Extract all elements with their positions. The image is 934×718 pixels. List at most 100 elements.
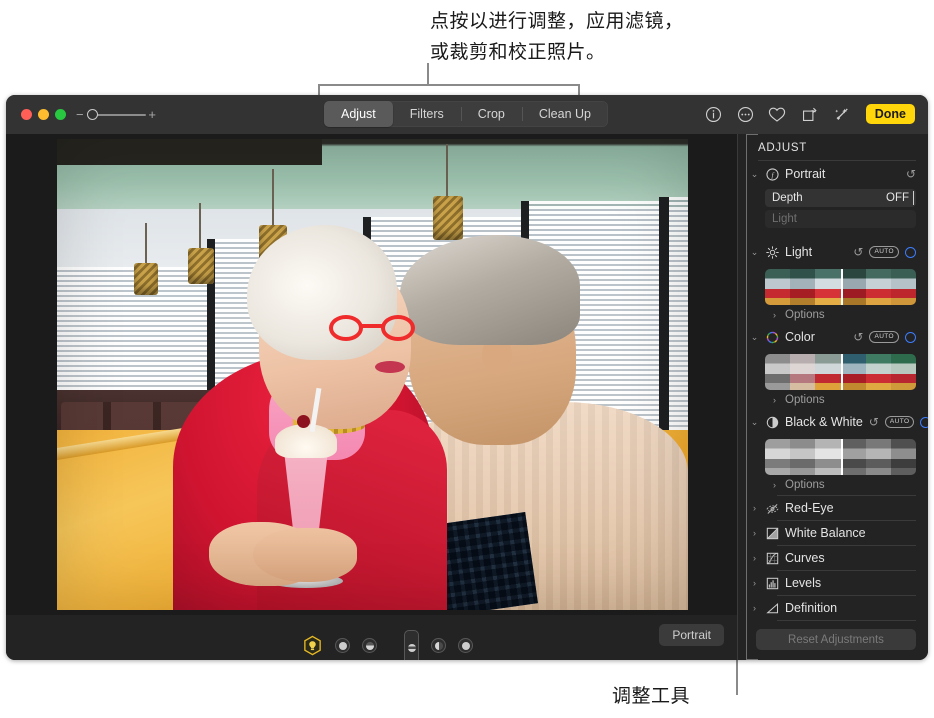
tab-crop[interactable]: Crop bbox=[460, 101, 522, 127]
tab-clean-up[interactable]: Clean Up bbox=[521, 101, 608, 127]
auto-button[interactable]: AUTO bbox=[869, 246, 899, 258]
revert-icon[interactable]: ↺ bbox=[853, 330, 863, 344]
stage-light-icon[interactable] bbox=[404, 630, 419, 660]
chevron-right-icon[interactable]: › bbox=[750, 578, 759, 588]
section-portrait[interactable]: ⌄ f Portrait ↺ Depth OFF Light bbox=[750, 162, 916, 228]
section-white-balance[interactable]: › White Balance bbox=[750, 520, 916, 545]
zoom-in-icon[interactable]: + bbox=[148, 107, 156, 122]
section-definition[interactable]: › Definition bbox=[750, 595, 916, 620]
bw-thumbnail[interactable] bbox=[865, 439, 891, 475]
section-curves[interactable]: › Curves bbox=[750, 545, 916, 570]
window-maximize-button[interactable] bbox=[55, 109, 66, 120]
section-white-balance-header[interactable]: › White Balance bbox=[750, 521, 916, 545]
color-thumbnail[interactable] bbox=[790, 354, 816, 390]
light-options-row[interactable]: › Options bbox=[770, 305, 916, 325]
bw-thumbnail-strip[interactable] bbox=[765, 439, 916, 475]
color-thumbnail[interactable] bbox=[840, 354, 866, 390]
auto-button[interactable]: AUTO bbox=[884, 416, 915, 428]
light-thumbnail[interactable] bbox=[865, 269, 891, 305]
section-selective-color-header[interactable]: › Selective Color bbox=[750, 621, 916, 622]
section-light-header[interactable]: ⌄ Light ↺ AUTO bbox=[750, 240, 916, 264]
light-toggle-circle[interactable] bbox=[905, 246, 916, 258]
bw-thumbnail[interactable] bbox=[840, 439, 866, 475]
high-key-light-mono-icon[interactable] bbox=[458, 638, 473, 653]
sidebar-scroll-area[interactable]: ⌄ f Portrait ↺ Depth OFF Light ⌄ Light ↺… bbox=[738, 162, 928, 622]
chevron-right-icon[interactable]: › bbox=[750, 528, 759, 538]
section-portrait-tools: ↺ bbox=[906, 167, 916, 181]
section-definition-header[interactable]: › Definition bbox=[750, 596, 916, 620]
color-thumbnail[interactable] bbox=[765, 354, 791, 390]
bw-thumbnail[interactable] bbox=[765, 439, 791, 475]
natural-light-cube-icon[interactable] bbox=[302, 635, 323, 656]
done-button[interactable]: Done bbox=[865, 103, 915, 125]
color-strip-playhead[interactable] bbox=[840, 354, 843, 390]
info-icon[interactable] bbox=[704, 105, 723, 124]
chevron-right-icon[interactable]: › bbox=[750, 603, 759, 613]
light-thumbnail[interactable] bbox=[815, 269, 841, 305]
bw-options-row[interactable]: › Options bbox=[770, 475, 916, 495]
color-thumbnail[interactable] bbox=[815, 354, 841, 390]
more-options-icon[interactable] bbox=[736, 105, 755, 124]
section-red-eye[interactable]: › Red-Eye bbox=[750, 495, 916, 520]
section-black-and-white-header[interactable]: ⌄ Black & White ↺ AUTO bbox=[750, 410, 928, 434]
light-thumbnail-strip[interactable] bbox=[765, 269, 916, 305]
photo-image[interactable] bbox=[57, 139, 688, 610]
revert-icon[interactable]: ↺ bbox=[853, 245, 863, 259]
section-curves-header[interactable]: › Curves bbox=[750, 546, 916, 570]
chevron-right-icon[interactable]: › bbox=[770, 395, 779, 405]
light-thumbnail[interactable] bbox=[890, 269, 916, 305]
bw-thumbnail[interactable] bbox=[890, 439, 916, 475]
chevron-right-icon[interactable]: › bbox=[750, 503, 759, 513]
color-thumbnail[interactable] bbox=[865, 354, 891, 390]
portrait-light-field[interactable]: Light bbox=[765, 210, 916, 228]
chevron-right-icon[interactable]: › bbox=[750, 553, 759, 563]
light-thumbnail[interactable] bbox=[840, 269, 866, 305]
revert-icon[interactable]: ↺ bbox=[906, 167, 916, 181]
section-black-and-white[interactable]: ⌄ Black & White ↺ AUTO › Options bbox=[750, 410, 928, 495]
revert-icon[interactable]: ↺ bbox=[869, 415, 879, 429]
chevron-down-icon[interactable]: ⌄ bbox=[750, 247, 759, 258]
zoom-slider[interactable]: − + bbox=[76, 107, 156, 123]
color-thumbnail[interactable] bbox=[890, 354, 916, 390]
light-thumbnail[interactable] bbox=[790, 269, 816, 305]
color-thumbnail-strip[interactable] bbox=[765, 354, 916, 390]
zoom-out-icon[interactable]: − bbox=[76, 107, 84, 122]
contour-light-icon[interactable] bbox=[362, 638, 377, 653]
black-and-white-toggle-circle[interactable] bbox=[920, 416, 928, 428]
section-portrait-header[interactable]: ⌄ f Portrait ↺ bbox=[750, 162, 916, 186]
chevron-right-icon[interactable]: › bbox=[770, 310, 779, 320]
section-red-eye-header[interactable]: › Red-Eye bbox=[750, 496, 916, 520]
section-levels-header[interactable]: › Levels bbox=[750, 571, 916, 595]
window-close-button[interactable] bbox=[21, 109, 32, 120]
rotate-icon[interactable] bbox=[800, 105, 819, 124]
reset-adjustments-button[interactable]: Reset Adjustments bbox=[756, 629, 916, 650]
bw-thumbnail[interactable] bbox=[790, 439, 816, 475]
light-thumbnail[interactable] bbox=[765, 269, 791, 305]
tab-filters[interactable]: Filters bbox=[393, 101, 461, 127]
section-levels[interactable]: › Levels bbox=[750, 570, 916, 595]
bw-strip-playhead[interactable] bbox=[840, 439, 843, 475]
section-color-header[interactable]: ⌄ Color ↺ AUTO bbox=[750, 325, 916, 349]
stage-light-mono-icon[interactable] bbox=[431, 638, 446, 653]
favorite-heart-icon[interactable] bbox=[768, 105, 787, 124]
studio-light-icon[interactable] bbox=[335, 638, 350, 653]
section-color[interactable]: ⌄ Color ↺ AUTO › Options bbox=[750, 325, 916, 410]
window-minimize-button[interactable] bbox=[38, 109, 49, 120]
light-strip-playhead[interactable] bbox=[840, 269, 843, 305]
zoom-slider-knob[interactable] bbox=[87, 109, 98, 120]
portrait-depth-field[interactable]: Depth OFF bbox=[765, 189, 916, 207]
portrait-depth-value: OFF bbox=[886, 192, 909, 204]
chevron-right-icon[interactable]: › bbox=[770, 480, 779, 490]
section-light[interactable]: ⌄ Light ↺ AUTO › Options bbox=[750, 240, 916, 325]
color-options-row[interactable]: › Options bbox=[770, 390, 916, 410]
auto-enhance-icon[interactable] bbox=[832, 105, 851, 124]
bw-thumbnail[interactable] bbox=[815, 439, 841, 475]
auto-button[interactable]: AUTO bbox=[869, 331, 899, 343]
chevron-down-icon[interactable]: ⌄ bbox=[750, 332, 759, 343]
tab-adjust[interactable]: Adjust bbox=[324, 101, 393, 127]
section-selective-color[interactable]: › Selective Color bbox=[750, 620, 916, 622]
chevron-down-icon[interactable]: ⌄ bbox=[750, 417, 759, 428]
color-toggle-circle[interactable] bbox=[905, 331, 916, 343]
portrait-mode-badge[interactable]: Portrait bbox=[659, 624, 724, 646]
chevron-down-icon[interactable]: ⌄ bbox=[750, 169, 759, 180]
